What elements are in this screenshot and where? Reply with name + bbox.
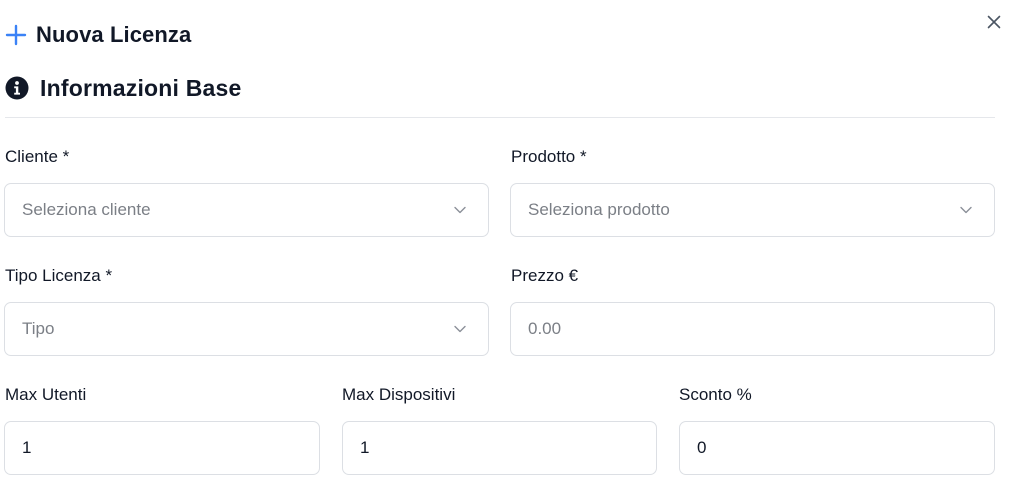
prezzo-label: Prezzo € [511, 266, 579, 285]
section-divider [5, 117, 995, 118]
sconto-label: Sconto % [679, 385, 752, 404]
max-utenti-input[interactable] [4, 421, 320, 475]
prodotto-select-value: Seleziona prodotto [528, 200, 670, 219]
new-license-modal: Nuova Licenza Informazioni Base Cliente … [0, 0, 1021, 492]
chevron-down-icon [960, 206, 972, 214]
tipo-licenza-select-value: Tipo [22, 319, 55, 338]
tipo-licenza-select[interactable]: Tipo [4, 302, 489, 356]
max-dispositivi-label: Max Dispositivi [342, 385, 456, 404]
chevron-down-icon [454, 206, 466, 214]
cliente-select-value: Seleziona cliente [22, 200, 151, 219]
modal-title: Nuova Licenza [36, 22, 192, 47]
chevron-down-icon [454, 325, 466, 333]
section-title: Informazioni Base [40, 74, 242, 101]
modal-header: Nuova Licenza [5, 20, 191, 50]
close-icon [987, 15, 1001, 29]
sconto-input[interactable] [679, 421, 995, 475]
close-button[interactable] [984, 12, 1004, 32]
cliente-select[interactable]: Seleziona cliente [4, 183, 489, 237]
tipo-licenza-label: Tipo Licenza * [5, 266, 113, 285]
prodotto-label: Prodotto * [511, 147, 587, 166]
info-icon [5, 76, 29, 100]
cliente-label: Cliente * [5, 147, 70, 166]
prodotto-select[interactable]: Seleziona prodotto [510, 183, 995, 237]
prezzo-input[interactable] [510, 302, 995, 356]
plus-icon [5, 24, 27, 46]
max-dispositivi-input[interactable] [342, 421, 657, 475]
max-utenti-label: Max Utenti [5, 385, 87, 404]
section-header: Informazioni Base [5, 73, 242, 103]
